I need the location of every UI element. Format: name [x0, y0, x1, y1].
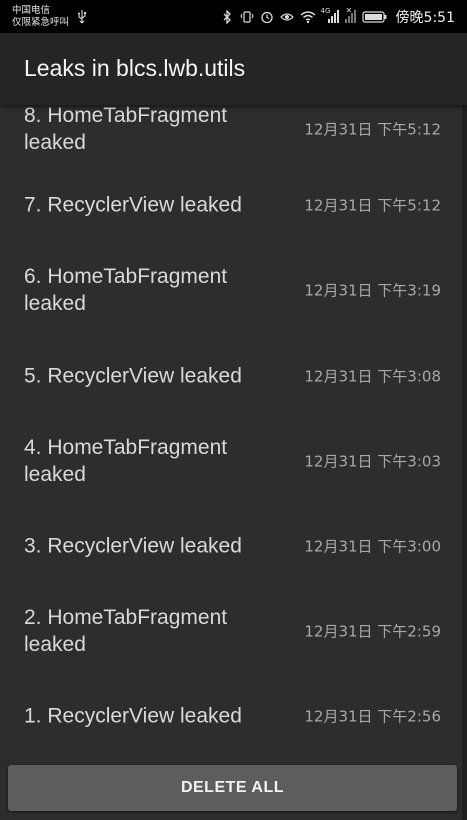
leak-title: 2. HomeTabFragment leaked — [24, 605, 228, 656]
leak-timestamp: 12月31日 下午3:03 — [304, 452, 441, 470]
leak-list-item[interactable]: 7. RecyclerView leaked 12月31日 下午5:12 — [0, 163, 467, 247]
leak-timestamp: 12月31日 下午5:12 — [304, 196, 441, 215]
battery-icon — [361, 10, 387, 23]
usb-icon — [78, 9, 87, 23]
leak-title: 7. RecyclerView leaked — [24, 193, 242, 217]
leak-title: 6. HomeTabFragment leaked — [24, 265, 228, 315]
leak-timestamp: 12月31日 下午3:08 — [304, 367, 441, 385]
carrier-name: 中国电信 — [12, 5, 51, 16]
clock: 傍晚5:51 — [395, 9, 455, 26]
signal-icon: 4G — [320, 7, 339, 23]
leak-list[interactable]: 8. HomeTabFragment leaked 12月31日 下午5:12 … — [0, 92, 467, 758]
page-title: Leaks in blcs.lwb.utils — [24, 55, 246, 81]
right-edge-shadow — [462, 33, 467, 820]
leak-list-item[interactable]: 1. RecyclerView leaked 12月31日 下午2:56 — [0, 673, 467, 758]
eye-icon — [279, 12, 294, 21]
delete-all-button[interactable]: DELETE ALL — [8, 765, 457, 811]
wifi-icon — [300, 10, 316, 23]
app-bar: Leaks in blcs.lwb.utils — [0, 33, 467, 105]
network-type-label: 4G — [320, 7, 331, 15]
status-icons: 4G ✕ 傍晚5:51 — [220, 6, 455, 27]
leak-list-item[interactable]: 4. HomeTabFragment leaked 12月31日 下午3:03 — [0, 418, 467, 503]
leak-timestamp: 12月31日 下午3:00 — [304, 537, 441, 555]
leak-title: 8. HomeTabFragment leaked — [24, 104, 228, 154]
leak-timestamp: 12月31日 下午5:12 — [304, 120, 441, 139]
leak-timestamp: 12月31日 下午2:56 — [304, 707, 441, 725]
leak-title: 3. RecyclerView leaked — [24, 534, 242, 557]
carrier-info: 中国电信 仅限紧急呼叫 — [12, 5, 87, 28]
leak-title: 4. HomeTabFragment leaked — [24, 435, 228, 486]
vibrate-icon — [239, 10, 254, 23]
leak-title: 5. RecyclerView leaked — [24, 364, 242, 387]
leak-list-item[interactable]: 3. RecyclerView leaked 12月31日 下午3:00 — [0, 503, 467, 588]
status-bar: 中国电信 仅限紧急呼叫 4G ✕ 傍晚5:51 — [0, 0, 467, 33]
leak-title: 1. RecyclerView leaked — [24, 704, 242, 727]
leak-list-item[interactable]: 2. HomeTabFragment leaked 12月31日 下午2:59 — [0, 588, 467, 673]
leak-list-item[interactable]: 5. RecyclerView leaked 12月31日 下午3:08 — [0, 333, 467, 418]
bluetooth-icon — [223, 9, 231, 24]
alarm-icon — [260, 11, 273, 23]
leak-timestamp: 12月31日 下午2:59 — [304, 622, 441, 640]
leak-timestamp: 12月31日 下午3:19 — [304, 281, 441, 300]
no-sim-icon: ✕ — [344, 6, 356, 23]
leak-list-item[interactable]: 6. HomeTabFragment leaked 12月31日 下午3:19 — [0, 247, 467, 333]
emergency-only-text: 仅限紧急呼叫 — [12, 16, 70, 28]
bottom-action-area: DELETE ALL — [0, 758, 467, 820]
